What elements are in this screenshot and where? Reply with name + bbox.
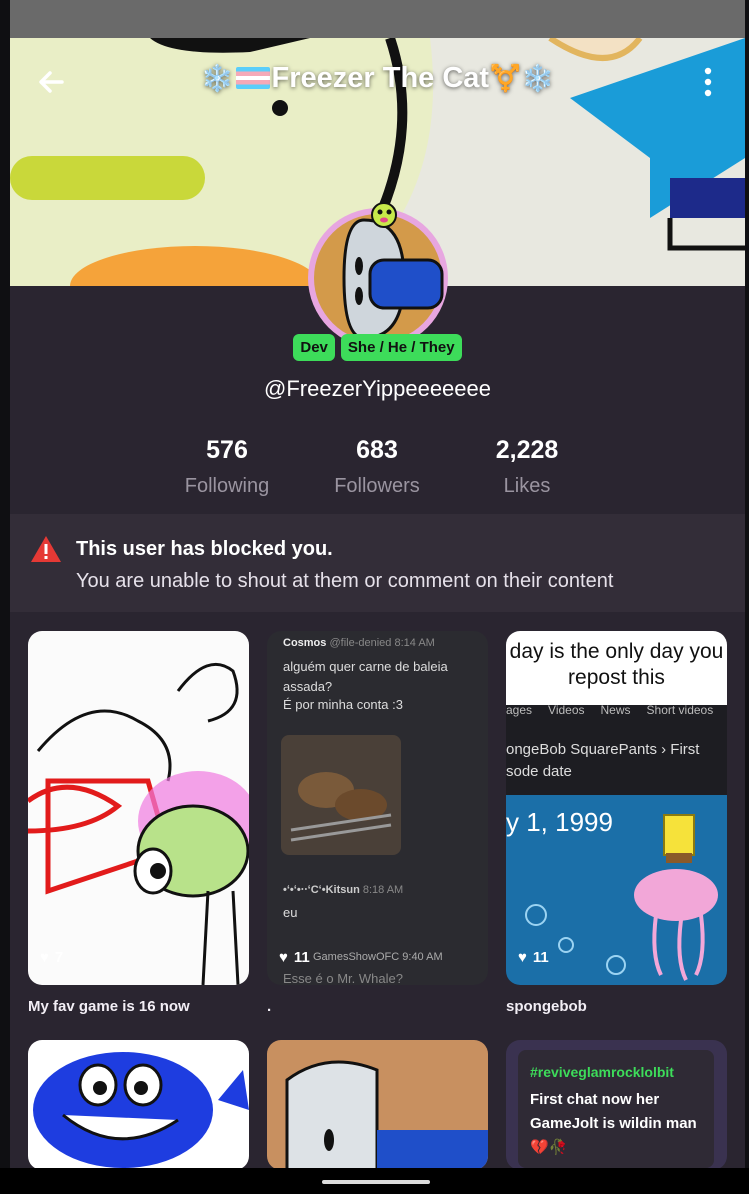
chat-message-1b: É por minha conta :3 [283,697,403,712]
like-count: 11 [532,949,549,966]
chat-user-1: Cosmos [283,637,327,649]
search-result: ongeBob SquarePants › First sode date [506,741,700,780]
chat-handle-1: @file-denied [329,637,392,649]
chat-message-3: Esse é o Mr. Whale? [283,971,403,985]
alert-message: You are unable to shout at them or comme… [76,570,614,592]
status-bar [10,0,745,38]
following-stat[interactable]: 576 Following [152,436,302,498]
title-suffix: ⚧️❄️ [489,63,554,93]
title-text: Freezer The Cat [271,62,490,94]
avatar-image [308,202,448,348]
pronoun-badge: She / He / They [340,334,462,361]
followers-label: Followers [334,475,420,497]
chat-header-2: •ʻ•ʻ•‧‧ʻCʻ•Kitsun 8:18 AM [283,883,403,896]
meme-caption: day is the only day you repost this [506,631,727,705]
chat-message-1: alguém quer carne de baleia assada? [283,659,448,694]
followers-stat[interactable]: 683 Followers [302,436,452,498]
post-card-6[interactable]: #reviveglamrocklolbit First chat now her… [506,1040,727,1170]
following-label: Following [184,475,270,497]
chat-user-3: GamesShowOFC [313,951,400,963]
chat-message-2: eu [283,905,298,920]
like-count: 7 [54,949,64,966]
chat-header-3: GamesShowOFC 9:40 AM [313,951,443,963]
chat-time-2: 8:18 AM [362,884,404,896]
blocked-alert: This user has blocked you. You are unabl… [10,514,745,612]
likes-count: 2,228 [495,436,559,464]
home-indicator[interactable] [322,1180,430,1184]
heart-icon: ♥ [40,949,49,966]
post-caption-1: My fav game is 16 now [28,998,190,1015]
post-thumbnail-1 [28,631,249,985]
profile-badges: Dev She / He / They [10,334,745,361]
page-title: ❄️ Freezer The Cat⚧️❄️ [10,62,745,95]
trans-flag-icon [235,67,270,89]
username: @FreezerYippeeeeeee [264,376,491,401]
post-card-2[interactable]: Cosmos @file-denied 8:14 AM alguém quer … [267,631,488,985]
episode-date: y 1, 1999 [506,807,613,837]
followers-count: 683 [356,436,398,464]
title-prefix: ❄️ [201,63,234,93]
chat-bubble: #reviveglamrocklolbit First chat now her… [518,1050,714,1168]
heart-icon: ♥ [279,949,288,966]
post-card-1[interactable]: ♥ 7 [28,631,249,985]
post-card-4[interactable] [28,1040,249,1170]
alert-title: This user has blocked you. [76,538,333,560]
more-options-button[interactable] [690,62,726,102]
post-hashtag: #reviveglamrocklolbit [530,1064,674,1080]
post-likes-2: ♥ 11 [279,949,310,966]
chat-user-2: •ʻ•ʻ•‧‧ʻCʻ•Kitsun [283,884,360,896]
post-card-5[interactable] [267,1040,488,1170]
post-text: First chat now her GameJolt is wildin ma… [530,1091,697,1156]
post-caption-3: spongebob [506,998,587,1015]
top-bar: ❄️ Freezer The Cat⚧️❄️ [10,42,745,122]
vertical-dots-icon [704,67,712,97]
chat-time-3: 9:40 AM [402,951,443,963]
search-tab: News [600,703,631,717]
heart-icon: ♥ [518,949,527,966]
likes-stat: 2,228 Likes [452,436,602,498]
following-count: 576 [206,436,248,464]
chat-photo [281,735,401,855]
search-tab: Short videos [646,703,714,717]
likes-label: Likes [503,475,551,497]
dev-badge: Dev [293,334,335,361]
chat-header-1: Cosmos @file-denied 8:14 AM [283,637,435,649]
post-thumbnail-4 [28,1040,249,1170]
avatar[interactable] [304,200,452,348]
profile-screen: ❄️ Freezer The Cat⚧️❄️ Dev She / He / They… [10,0,745,1194]
post-caption-2: . [267,998,272,1015]
search-tabs: ages Videos News Short videos [506,703,727,717]
like-count: 11 [293,949,310,966]
post-card-3[interactable]: day is the only day you repost this ages… [506,631,727,985]
post-likes-3: ♥ 11 [518,949,549,966]
chat-time-1: 8:14 AM [394,637,435,649]
search-tab: ages [506,703,533,717]
post-likes-1: ♥ 7 [40,949,63,966]
post-thumbnail-5 [267,1040,488,1170]
search-tab: Videos [548,703,585,717]
warning-triangle-icon [31,536,61,562]
